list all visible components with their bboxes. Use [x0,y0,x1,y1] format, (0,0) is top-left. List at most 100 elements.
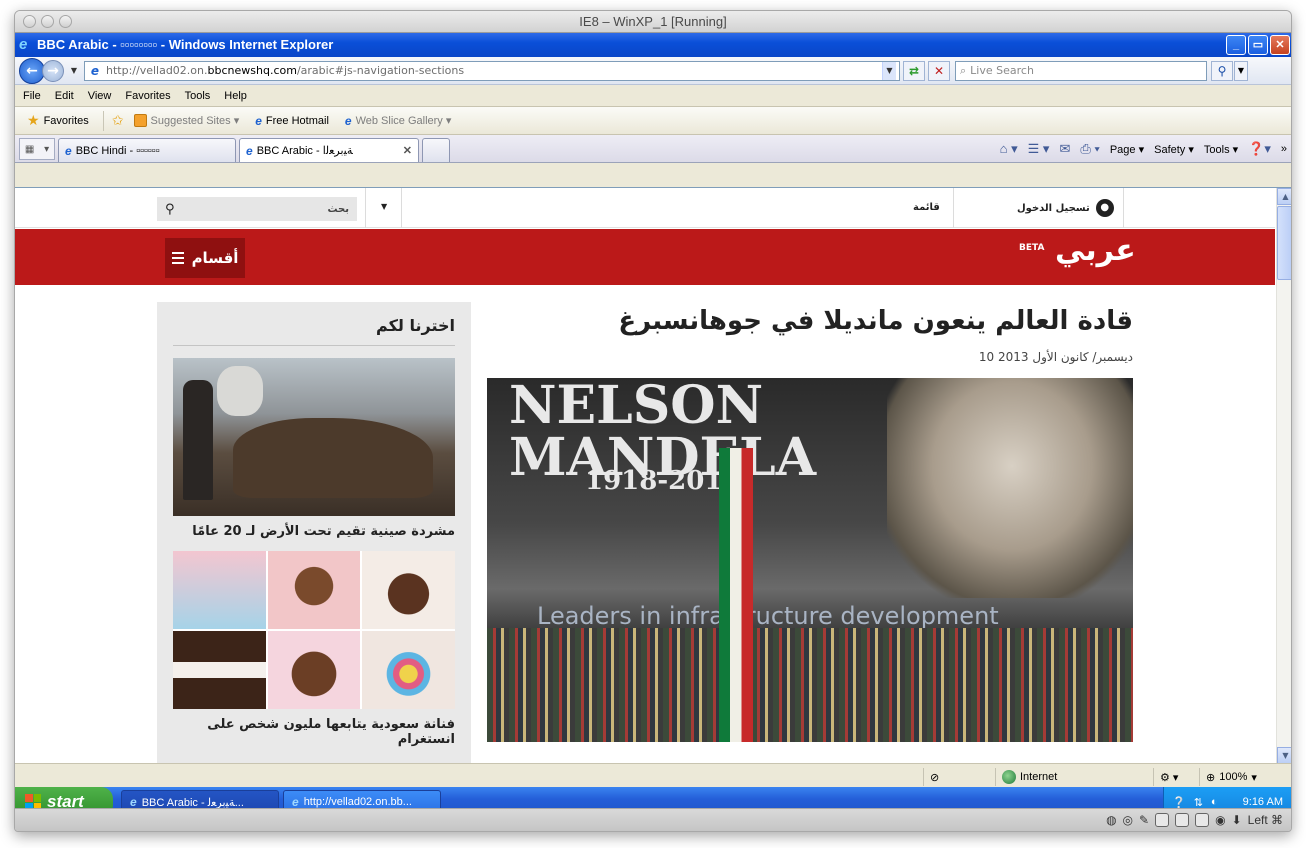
safety-menu[interactable]: Safety ▾ [1154,143,1194,156]
menu-file[interactable]: File [23,90,49,102]
search-options-dropdown[interactable]: ▼ [1234,60,1248,81]
minimize-button[interactable]: _ [1226,35,1246,55]
menu-view[interactable]: View [88,90,120,102]
shared-folder-icon[interactable] [1175,813,1190,827]
restore-button[interactable]: ▭ [1248,35,1268,55]
sidebar-title: اخترنا لكم [173,316,455,346]
window-controls: _ ▭ ✕ [1226,35,1290,55]
address-bar[interactable]: e http://vellad02.on.bbcnewshq.com/arabi… [84,60,900,81]
favorites-button[interactable]: ★ Favorites [21,112,95,129]
new-tab-button[interactable] [422,138,450,162]
help-icon[interactable]: ❔ [1172,796,1186,809]
tools-menu[interactable]: Tools ▾ [1204,143,1238,156]
tab-bbc-hindi[interactable]: e BBC Hindi - ▫▫▫▫▫▫ [58,138,236,162]
ie-page-icon: e [292,795,299,809]
host-key: Left ⌘ [1247,813,1283,827]
list-item[interactable]: فنانة سعودية يتابعها مليون شخص على انستغ… [173,551,455,747]
suggested-sites-icon [133,114,147,127]
quick-tabs-button[interactable]: ▦ ▾ [19,138,55,160]
volume-icon[interactable]: ◐ [1211,796,1218,808]
recent-pages-dropdown[interactable]: ▼ [68,66,80,75]
grid-icon: ▦ [24,143,35,155]
forward-button[interactable]: → [42,59,64,82]
zoom-control[interactable]: ⊕ 100% ▾ [1199,768,1279,786]
zoom-icon[interactable] [59,15,72,28]
refresh-button[interactable]: ⇄ [903,60,925,81]
story-caption[interactable]: مشردة صينية تقيم تحت الأرض لـ 20 عامًا [173,524,455,539]
stop-button[interactable]: ✕ [928,60,950,81]
privacy-icon[interactable]: ⊘ [923,768,993,786]
usb-icon[interactable]: ✎ [1139,813,1149,827]
ie-page-icon: e [255,113,262,128]
host-status-bar: ◍ ◎ ✎ ◉ ⬇ Left ⌘ [15,808,1291,831]
search-label: بحث [327,203,349,215]
feeds-icon[interactable]: ☰ ▾ [1028,141,1050,157]
more-commands-icon[interactable]: » [1281,143,1287,155]
host-window: IE8 – WinXP_1 [Running] e BBC Arabic - ▫… [14,10,1292,832]
search-input[interactable]: ⌕ Live Search [955,60,1207,81]
fav-link-free-hotmail[interactable]: e Free Hotmail [249,114,335,128]
hamburger-icon [171,252,184,264]
hero-text-years: 1918-2013 [585,466,741,496]
print-icon[interactable]: ⎙ ▾ [1080,141,1099,157]
top-story-headline[interactable]: قادة العالم ينعون مانديلا في جوهانسبرغ [487,306,1133,336]
sections-button[interactable]: أقسام [165,238,245,278]
search-button[interactable]: ⚲ [1211,60,1233,81]
mail-icon[interactable]: ✉ [1059,141,1070,157]
zoom-icon: ⊕ [1206,771,1216,784]
home-icon[interactable]: ⌂ ▾ [1000,141,1018,157]
story-image[interactable] [173,551,455,709]
cd-icon[interactable]: ◎ [1123,813,1133,827]
disk-icon[interactable]: ◍ [1106,813,1116,827]
bbc-arabic-logo[interactable]: عربي [1055,233,1136,268]
capture-icon[interactable]: ◉ [1215,813,1225,827]
scroll-down-icon[interactable]: ▼ [1277,747,1291,763]
bbc-top-bar: ⚲ بحث ▼ قائمة تسجيل الدخول ● [15,188,1275,228]
divider [365,188,366,228]
host-title-bar: IE8 – WinXP_1 [Running] [15,11,1291,33]
fav-link-web-slice-gallery[interactable]: e Web Slice Gallery ▾ [339,114,457,128]
network-icon[interactable]: ⇅ [1194,796,1203,809]
protected-mode-icon[interactable]: ⚙ ▾ [1153,768,1197,786]
ie-title-bar: e BBC Arabic - ▫▫▫▫▫▫▫▫ - Windows Intern… [15,33,1291,57]
address-toolbar: ← → ▼ e http://vellad02.on.bbcnewshq.com… [15,57,1291,85]
search-provider-icon: ⌕ [960,63,967,77]
clock[interactable]: 9:16 AM [1243,796,1291,808]
display-icon[interactable] [1195,813,1210,827]
page-viewport: ⚲ بحث ▼ قائمة تسجيل الدخول ● أقسام BETA … [15,187,1291,763]
page-icon: e [90,63,100,78]
minimize-icon[interactable] [41,15,54,28]
chevron-down-icon: ▾ [1251,771,1257,784]
menu-tools[interactable]: Tools [185,90,219,102]
fav-link-suggested-sites[interactable]: Suggested Sites ▾ [128,114,246,127]
scroll-thumb[interactable] [1277,206,1291,280]
bbc-search-box[interactable]: ⚲ بحث [157,197,357,221]
scroll-up-icon[interactable]: ▲ [1277,188,1291,205]
close-tab-icon[interactable]: ✕ [403,144,412,157]
address-text[interactable]: http://vellad02.on.bbcnewshq.com/arabic#… [106,64,464,77]
tab-bbc-arabic[interactable]: e BBC Arabic - ﺔﻴﺑﺮﻌﻟﺍ ✕ [239,138,419,162]
user-icon: ● [1095,199,1114,217]
address-dropdown[interactable]: ▼ [882,61,896,80]
close-icon[interactable] [23,15,36,28]
arrow-down-icon[interactable]: ⬇ [1232,813,1242,827]
bbc-login-link[interactable]: تسجيل الدخول ● [1017,199,1114,217]
menu-edit[interactable]: Edit [55,90,82,102]
menu-favorites[interactable]: Favorites [125,90,178,102]
xp-desktop: e BBC Arabic - ▫▫▫▫▫▫▫▫ - Windows Intern… [15,33,1291,817]
chevron-down-icon[interactable]: ▼ [381,202,387,211]
page-menu[interactable]: Page ▾ [1110,143,1144,156]
close-button[interactable]: ✕ [1270,35,1290,55]
story-image[interactable] [173,358,455,516]
vertical-scrollbar[interactable]: ▲ ▼ [1276,188,1291,763]
bbc-menu-link[interactable]: قائمة [913,202,940,213]
help-icon[interactable]: ❓▾ [1248,141,1271,157]
ie-page-icon: e [130,795,137,809]
top-story-image[interactable]: NELSON MANDELA 1918-2013 Leaders in infr… [487,378,1133,742]
network-adapter-icon[interactable] [1155,813,1170,827]
list-item[interactable]: مشردة صينية تقيم تحت الأرض لـ 20 عامًا [173,358,455,539]
search-icon[interactable]: ⚲ [165,202,175,217]
add-favorite-icon[interactable]: ✩ [112,112,124,129]
menu-help[interactable]: Help [224,90,255,102]
story-caption[interactable]: فنانة سعودية يتابعها مليون شخص على انستغ… [173,717,455,747]
